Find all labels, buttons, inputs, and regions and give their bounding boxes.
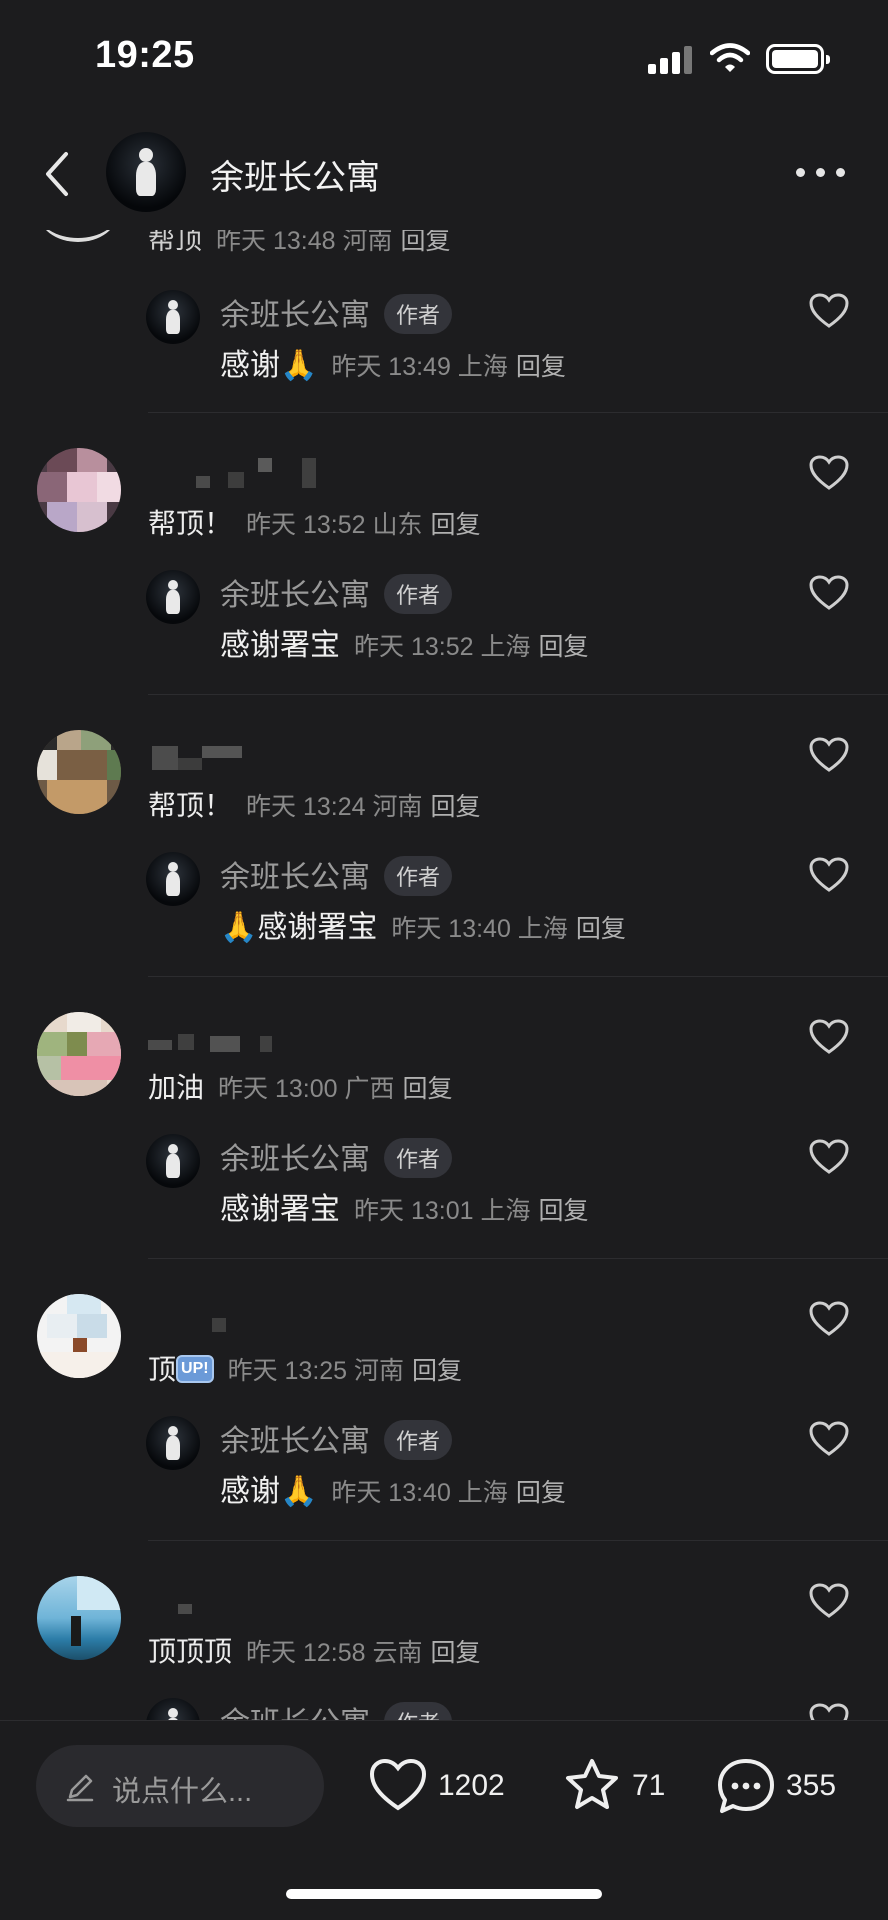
reply-author[interactable]: 余班长公寓作者 [220, 852, 453, 899]
reply-link[interactable]: 回复 [538, 633, 588, 661]
avatar[interactable] [37, 1576, 121, 1660]
heart-icon[interactable] [808, 736, 850, 774]
divider [148, 976, 888, 977]
status-bar: 19:25 [0, 0, 888, 110]
pencil-icon [66, 1774, 94, 1802]
comment-text: 帮顶 昨天 13:48 河南 回复 [148, 230, 450, 257]
reply-text: 感谢🙏 昨天 13:49 上海 回复 [220, 349, 566, 382]
avatar[interactable] [37, 1012, 121, 1096]
home-indicator[interactable] [286, 1889, 602, 1899]
comment-list[interactable]: 帮顶 昨天 13:48 河南 回复 余班长公寓 作者 感谢🙏 昨天 13:49 上海 回复 [0, 230, 888, 1720]
bottom-action-bar: 说点什么... 1202 71 355 [0, 1720, 888, 1920]
commenter-name[interactable] [148, 1304, 228, 1334]
commenter-name[interactable] [148, 1022, 278, 1052]
cellular-signal-icon [648, 44, 694, 74]
status-time: 19:25 [95, 34, 195, 76]
wifi-icon [710, 43, 750, 72]
like-count: 1202 [438, 1769, 505, 1802]
author-badge: 作者 [384, 1702, 453, 1720]
comments-button[interactable]: 355 [716, 1757, 856, 1817]
heart-icon[interactable] [808, 1420, 850, 1458]
favorite-count: 71 [632, 1769, 666, 1802]
author-avatar[interactable] [146, 1134, 200, 1188]
avatar[interactable] [37, 730, 121, 814]
commenter-name[interactable] [148, 1586, 208, 1616]
author-badge: 作者 [384, 1138, 453, 1179]
commenter-name[interactable] [148, 740, 268, 770]
favorite-button[interactable]: 71 [562, 1757, 672, 1817]
avatar[interactable] [37, 1294, 121, 1378]
nav-header: 余班长公寓 [0, 120, 888, 230]
comment-input[interactable]: 说点什么... [36, 1745, 324, 1827]
comment-text: 顶 UP! 昨天 13:25 河南 回复 [148, 1354, 463, 1385]
heart-icon[interactable] [808, 1582, 850, 1620]
chat-bubble-icon [718, 1759, 774, 1813]
comment-text: 帮顶！ 昨天 13:24 河南 回复 [148, 790, 481, 821]
heart-icon [369, 1758, 427, 1811]
reply-author[interactable]: 余班长公寓作者 [220, 290, 453, 337]
divider [148, 1258, 888, 1259]
avatar[interactable] [37, 448, 121, 532]
reply-link[interactable]: 回复 [430, 511, 480, 539]
author-badge: 作者 [384, 574, 453, 615]
author-badge: 作者 [384, 294, 453, 335]
reply-link[interactable]: 回复 [576, 915, 626, 943]
commenter-name[interactable] [148, 458, 316, 488]
reply-link[interactable]: 回复 [430, 793, 480, 821]
heart-icon[interactable] [808, 1300, 850, 1338]
divider [148, 412, 888, 413]
heart-icon[interactable] [808, 292, 850, 330]
reply-text: 🙏感谢署宝 昨天 13:40 上海 回复 [220, 911, 626, 944]
reply-link[interactable]: 回复 [538, 1197, 588, 1225]
reply-link[interactable]: 回复 [516, 353, 566, 381]
comment-text: 帮顶！ 昨天 13:52 山东 回复 [148, 508, 481, 539]
battery-icon [766, 44, 830, 74]
reply-author[interactable]: 余班长公寓作者 [220, 1416, 453, 1463]
reply-text: 感谢🙏 昨天 13:40 上海 回复 [220, 1475, 566, 1508]
reply-link[interactable]: 回复 [400, 230, 450, 255]
author-avatar[interactable] [146, 1698, 200, 1720]
page-title[interactable]: 余班长公寓 [210, 150, 380, 199]
heart-icon[interactable] [808, 574, 850, 612]
reply-text: 感谢署宝 昨天 13:52 上海 回复 [220, 629, 589, 662]
heart-icon[interactable] [808, 1138, 850, 1176]
comment-text: 加油 昨天 13:00 广西 回复 [148, 1072, 453, 1103]
reply-link[interactable]: 回复 [430, 1639, 480, 1667]
heart-icon[interactable] [808, 1018, 850, 1056]
reply-author[interactable]: 余班长公寓作者 [220, 1698, 453, 1720]
up-emoji-badge: UP! [176, 1354, 214, 1383]
comment-count: 355 [786, 1769, 837, 1802]
divider [148, 1540, 888, 1541]
reply-link[interactable]: 回复 [516, 1479, 566, 1507]
heart-icon[interactable] [808, 856, 850, 894]
ellipsis-icon[interactable] [796, 168, 846, 180]
chevron-left-icon[interactable] [38, 146, 78, 202]
author-avatar[interactable] [106, 132, 186, 212]
divider [148, 694, 888, 695]
like-button[interactable]: 1202 [368, 1757, 518, 1817]
author-avatar[interactable] [146, 290, 200, 344]
avatar[interactable] [38, 230, 118, 242]
input-placeholder: 说点什么... [112, 1776, 253, 1808]
author-badge: 作者 [384, 1420, 453, 1461]
comment-text: 顶顶顶 昨天 12:58 云南 回复 [148, 1636, 481, 1667]
heart-icon[interactable] [808, 1702, 850, 1720]
author-avatar[interactable] [146, 1416, 200, 1470]
reply-link[interactable]: 回复 [412, 1357, 462, 1385]
reply-text: 感谢署宝 昨天 13:01 上海 回复 [220, 1193, 589, 1226]
reply-author[interactable]: 余班长公寓作者 [220, 570, 453, 617]
heart-icon[interactable] [808, 454, 850, 492]
author-avatar[interactable] [146, 852, 200, 906]
author-badge: 作者 [384, 856, 453, 897]
star-icon [566, 1759, 618, 1809]
reply-link[interactable]: 回复 [402, 1075, 452, 1103]
author-avatar[interactable] [146, 570, 200, 624]
reply-author[interactable]: 余班长公寓作者 [220, 1134, 453, 1181]
